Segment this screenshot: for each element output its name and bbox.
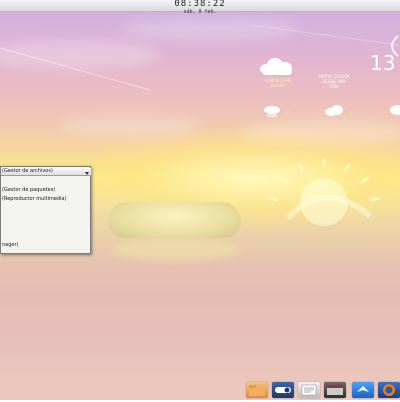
rock-in-sea [108, 202, 241, 238]
menu-item-manager[interactable]: nager) [1, 242, 91, 249]
submenu-arrow-icon [85, 172, 89, 175]
folder-icon[interactable] [246, 382, 268, 398]
weather-humidity: 53% [329, 84, 339, 89]
partly-cloudy-icon [258, 56, 296, 76]
text-editor-icon[interactable] [298, 382, 320, 398]
window-manager-icon[interactable] [324, 382, 346, 398]
clock-date[interactable]: sáb, 8 feb. [0, 9, 400, 15]
application-menu: (Gestor de archivos) (Gestor de paquetes… [0, 166, 91, 254]
menu-item-file-manager[interactable]: (Gestor de archivos) [1, 168, 91, 176]
dock-bar [240, 380, 400, 400]
weather-left-label-2: MUGGY [270, 83, 286, 88]
firefox-icon[interactable] [378, 382, 400, 398]
menu-item-media-player[interactable]: (Reproductor multimedia) [1, 196, 91, 203]
clock-time[interactable]: 08:38:22 [0, 0, 400, 9]
forecast-temp-1: 9° [286, 110, 291, 115]
forecast-temp-2: 6° [350, 110, 355, 115]
sun-decoration-icon [267, 158, 381, 226]
cloud-icon [325, 105, 343, 116]
menu-item-package-manager[interactable]: (Gestor de paquetes) [1, 187, 91, 194]
bird-icon[interactable] [352, 382, 374, 398]
partial-cloud-icon [390, 105, 400, 115]
rock-reflection [112, 240, 240, 260]
rain-icon [264, 106, 280, 117]
arc-decoration-icon [391, 35, 399, 57]
toggle-icon[interactable] [272, 382, 294, 398]
